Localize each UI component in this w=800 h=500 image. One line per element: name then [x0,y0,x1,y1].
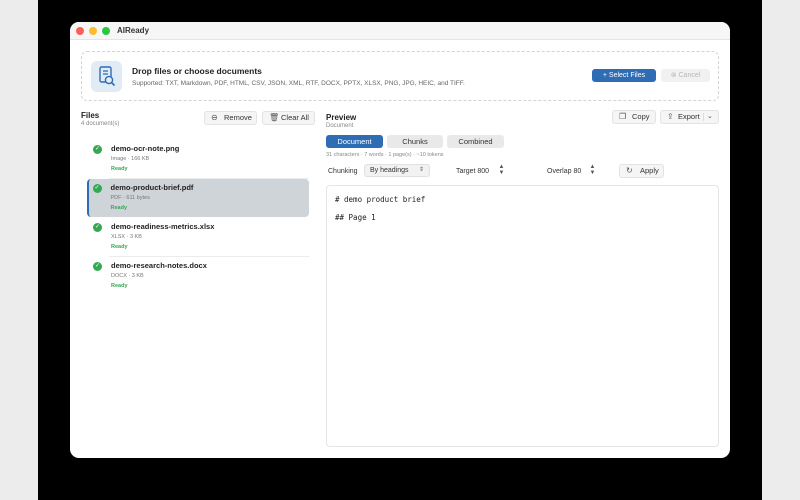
ready-check-icon: ✓ [93,223,102,232]
clear-all-label: Clear All [281,113,309,122]
cancel-button[interactable]: ⊗ Cancel [661,69,710,82]
minimize-window-button[interactable] [89,27,97,35]
trash-icon: 🗑 [269,113,280,122]
desktop-right-strip [762,0,800,500]
copy-button[interactable]: ❐ Copy [612,110,656,124]
ready-check-icon: ✓ [93,262,102,271]
files-count: 4 document(s) [81,121,120,127]
apply-button[interactable]: ↻ Apply [619,164,664,178]
remove-label: Remove [224,113,252,122]
copy-icon: ❐ [619,112,627,121]
drop-zone-title: Drop files or choose documents [132,66,262,76]
content-line: # demo product brief [335,195,426,204]
refresh-icon: ↻ [626,166,633,175]
file-name: demo-research-notes.docx [111,261,207,270]
export-label: Export [678,112,700,121]
document-stats: 31 characters · 7 words · 1 page(s) · ~1… [326,152,444,158]
file-meta: PDF · 611 bytes [110,195,150,201]
overlap-stepper[interactable]: ▲ ▼ [588,164,597,177]
file-list-item-selected[interactable]: ✓ demo-product-brief.pdf PDF · 611 bytes… [87,179,309,217]
file-list-item[interactable]: ✓ demo-readiness-metrics.xlsx XLSX · 3 K… [87,218,309,257]
file-list-item[interactable]: ✓ demo-ocr-note.png Image · 166 KB Ready [87,140,309,179]
apply-label: Apply [640,166,659,175]
close-window-button[interactable] [76,27,84,35]
document-search-icon [91,61,122,92]
export-button[interactable]: ⇪ Export ⌄ [660,110,719,124]
file-name: demo-readiness-metrics.xlsx [111,222,215,231]
preview-heading: Preview [326,113,357,122]
file-status: Ready [111,244,128,250]
supported-formats: Supported: TXT, Markdown, PDF, HTML, CSV… [132,80,465,87]
select-files-label: Select Files [608,72,646,79]
file-name: demo-ocr-note.png [111,144,180,153]
tab-combined[interactable]: Combined [447,135,504,148]
chevron-down-icon[interactable]: ⌄ [707,111,713,123]
cancel-circle-icon: ⊗ [670,72,679,79]
chunking-value: By headings [370,167,409,174]
file-name: demo-product-brief.pdf [110,183,194,192]
share-icon: ⇪ [667,112,674,121]
desktop-left-strip [0,0,38,500]
file-meta: XLSX · 3 KB [111,234,142,240]
file-meta: DOCX · 3 KB [111,273,144,279]
ready-check-icon: ✓ [93,145,102,154]
content-line: ## Page 1 [335,213,376,222]
app-title: AIReady [117,26,150,35]
copy-label: Copy [632,112,650,121]
select-files-button[interactable]: + Select Files [592,69,656,82]
clear-all-button[interactable]: 🗑 Clear All [262,111,315,125]
target-label: Target 800 [456,168,490,175]
file-status: Ready [111,283,128,289]
cancel-label: Cancel [678,72,701,79]
title-bar: AIReady [70,22,730,40]
ready-check-icon: ✓ [92,184,102,193]
remove-button[interactable]: ⊖ Remove [204,111,257,125]
file-status: Ready [111,166,128,172]
app-window: AIReady Drop files or choose documents S… [70,22,730,458]
file-status: Ready [110,205,128,211]
file-meta: Image · 166 KB [111,156,150,162]
tab-chunks[interactable]: Chunks [387,135,443,148]
file-list-item[interactable]: ✓ demo-research-notes.docx DOCX · 3 KB R… [87,257,309,295]
minus-circle-icon: ⊖ [211,113,218,122]
overlap-label: Overlap 80 [547,168,582,175]
divider [703,113,704,121]
chunking-label: Chunking [328,168,358,175]
drop-zone[interactable]: Drop files or choose documents Supported… [81,51,719,101]
zoom-window-button[interactable] [102,27,110,35]
target-stepper[interactable]: ▲ ▼ [497,164,506,177]
updown-chevron-icon: ⇕ [419,167,425,173]
tab-document[interactable]: Document [326,135,383,148]
files-heading: Files [81,111,100,120]
chunking-select[interactable]: By headings ⇕ [364,164,430,177]
preview-subtitle: Document [326,123,354,129]
preview-content[interactable]: # demo product brief ## Page 1 [326,185,719,447]
